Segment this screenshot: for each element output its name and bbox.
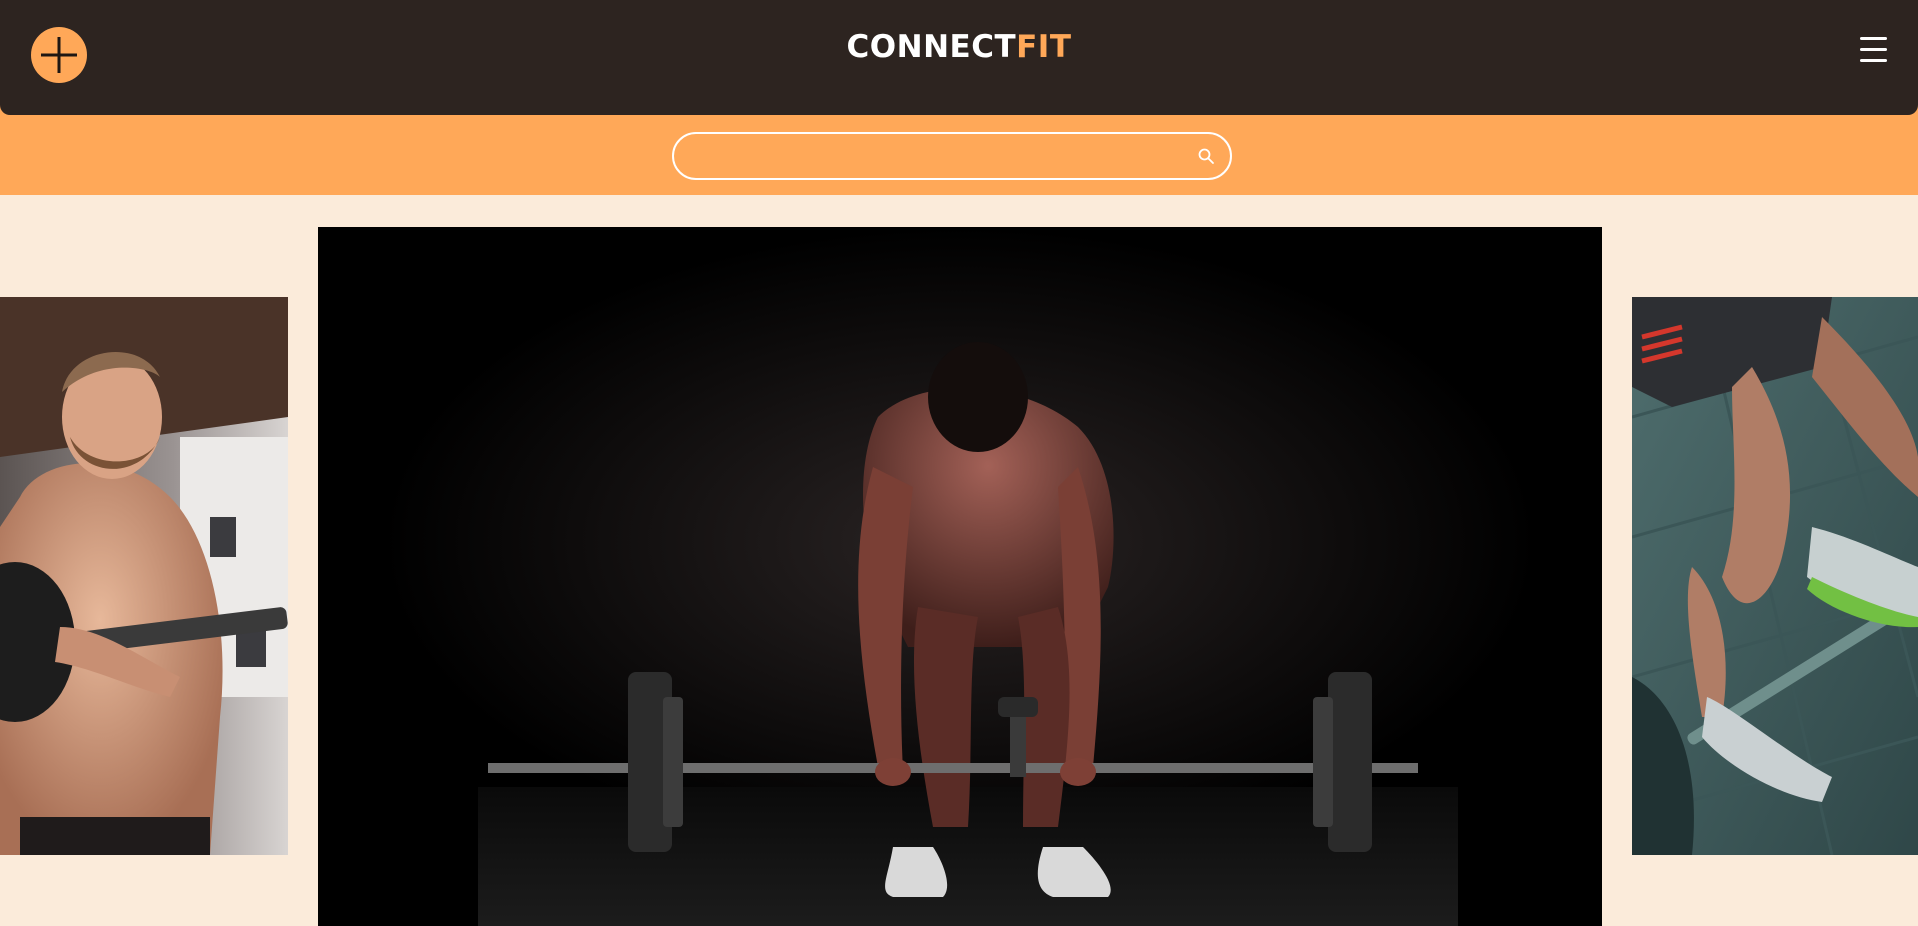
- search-input[interactable]: [690, 134, 1160, 178]
- menu-line: [1860, 59, 1887, 62]
- carousel-slide-next[interactable]: [1632, 297, 1918, 855]
- brand-name-fit: FIT: [1016, 29, 1072, 65]
- menu-line: [1860, 37, 1887, 40]
- fitness-photo-barbell-curl: [0, 297, 288, 855]
- hamburger-menu-icon[interactable]: [1858, 35, 1890, 65]
- menu-line: [1860, 48, 1887, 51]
- carousel-slide-active[interactable]: [318, 227, 1602, 926]
- fitness-photo-deadlift: [318, 227, 1602, 926]
- search-box: [672, 132, 1232, 180]
- fitness-photo-legs-barbell: [1632, 297, 1918, 855]
- image-carousel: [0, 195, 1918, 926]
- brand-logo[interactable]: CONNECTFIT: [0, 30, 1918, 64]
- search-icon[interactable]: [1197, 147, 1215, 165]
- top-header: CONNECTFIT: [0, 0, 1918, 115]
- brand-name-connect: CONNECT: [846, 29, 1017, 65]
- carousel-slide-previous[interactable]: [0, 297, 288, 855]
